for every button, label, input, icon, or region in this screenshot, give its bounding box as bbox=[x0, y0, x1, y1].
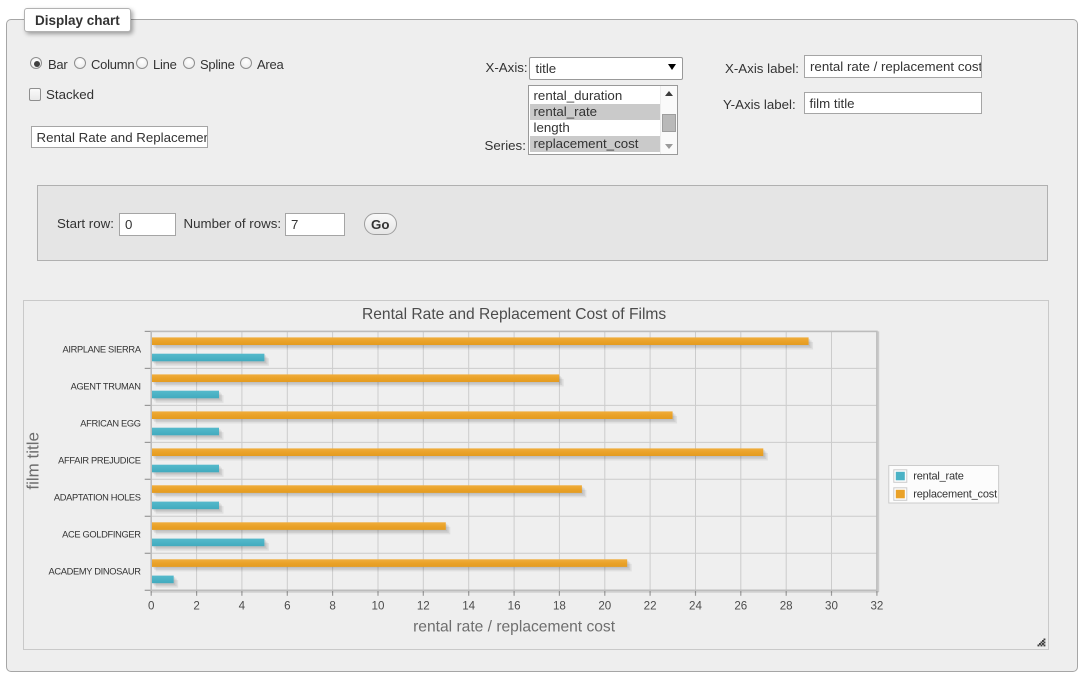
svg-text:Rental Rate and Replacement Co: Rental Rate and Replacement Cost of Film… bbox=[361, 306, 665, 323]
svg-text:ADAPTATION HOLES: ADAPTATION HOLES bbox=[53, 493, 140, 503]
svg-text:12: 12 bbox=[416, 599, 429, 612]
svg-text:replacement_cost: replacement_cost bbox=[913, 488, 997, 500]
svg-text:AFFAIR PREJUDICE: AFFAIR PREJUDICE bbox=[58, 456, 141, 466]
svg-text:AGENT TRUMAN: AGENT TRUMAN bbox=[70, 382, 140, 392]
svg-text:rental rate / replacement cost: rental rate / replacement cost bbox=[413, 619, 616, 636]
svg-text:film title: film title bbox=[23, 432, 42, 490]
svg-text:20: 20 bbox=[598, 599, 611, 612]
svg-text:ACADEMY DINOSAUR: ACADEMY DINOSAUR bbox=[48, 567, 141, 577]
svg-text:AFRICAN EGG: AFRICAN EGG bbox=[80, 419, 141, 429]
svg-text:28: 28 bbox=[779, 599, 792, 612]
svg-text:16: 16 bbox=[507, 599, 520, 612]
svg-text:0: 0 bbox=[147, 599, 153, 612]
svg-text:rental_rate: rental_rate bbox=[913, 470, 963, 482]
svg-text:30: 30 bbox=[825, 599, 838, 612]
svg-text:22: 22 bbox=[643, 599, 656, 612]
svg-text:18: 18 bbox=[552, 599, 565, 612]
svg-text:ACE GOLDFINGER: ACE GOLDFINGER bbox=[62, 530, 141, 540]
svg-text:10: 10 bbox=[371, 599, 384, 612]
svg-text:6: 6 bbox=[284, 599, 290, 612]
svg-text:24: 24 bbox=[689, 599, 702, 612]
svg-text:4: 4 bbox=[238, 599, 245, 612]
svg-text:26: 26 bbox=[734, 599, 747, 612]
svg-text:2: 2 bbox=[193, 599, 199, 612]
svg-text:AIRPLANE SIERRA: AIRPLANE SIERRA bbox=[62, 345, 141, 355]
svg-text:32: 32 bbox=[870, 599, 883, 612]
svg-text:8: 8 bbox=[329, 599, 335, 612]
svg-text:14: 14 bbox=[462, 599, 475, 612]
